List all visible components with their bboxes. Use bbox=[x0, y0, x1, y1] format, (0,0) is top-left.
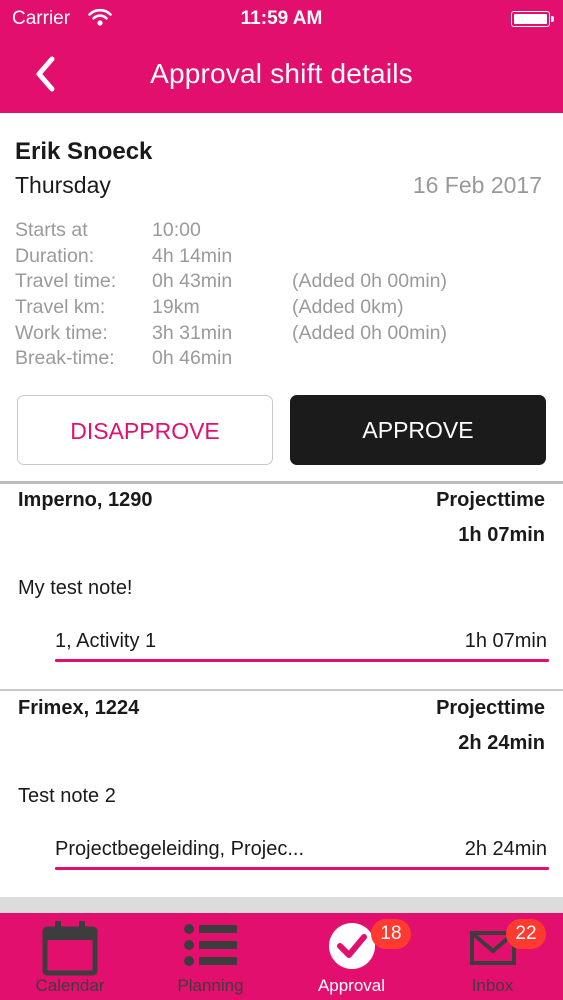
detail-label: Travel time: bbox=[15, 270, 117, 293]
detail-label: Travel km: bbox=[15, 296, 106, 319]
detail-value: 0h 43min bbox=[152, 270, 233, 293]
project-name: Frimex, 1224 bbox=[18, 697, 140, 719]
activity-name: 1, Activity 1 bbox=[55, 630, 157, 652]
activity-underline bbox=[55, 659, 549, 662]
tab-label: Calendar bbox=[35, 976, 105, 995]
employee-name: Erik Snoeck bbox=[15, 138, 153, 165]
disapprove-button[interactable]: DISAPPROVE bbox=[17, 395, 273, 465]
project-note: Test note 2 bbox=[18, 785, 116, 807]
tab-label: Planning bbox=[177, 976, 244, 995]
activity-duration: 2h 24min bbox=[464, 838, 547, 860]
checkmark-circle-icon bbox=[328, 923, 375, 969]
status-time: 11:59 AM bbox=[240, 8, 323, 29]
tab-label: Inbox bbox=[471, 976, 514, 995]
scroll-footer bbox=[0, 897, 563, 913]
divider bbox=[0, 481, 563, 484]
detail-value: 3h 31min bbox=[152, 321, 233, 344]
shift-date: 16 Feb 2017 bbox=[412, 172, 542, 198]
tab-bar: Calendar Planning Approval 18 Inbox 22 bbox=[0, 913, 563, 1000]
divider bbox=[0, 689, 563, 691]
tab-calendar[interactable]: Calendar bbox=[0, 913, 140, 1000]
detail-label: Duration: bbox=[15, 244, 95, 267]
detail-row: Duration: 4h 14min bbox=[15, 245, 555, 271]
activity-name: Projectbegeleiding, Projec... bbox=[55, 838, 305, 860]
detail-label: Break-time: bbox=[15, 347, 115, 370]
status-bar: Carrier 11:59 AM bbox=[0, 0, 563, 38]
detail-row: Travel km: 19km (Added 0km) bbox=[15, 296, 555, 322]
approve-button[interactable]: APPROVE bbox=[290, 395, 546, 465]
detail-row: Travel time: 0h 43min (Added 0h 00min) bbox=[15, 270, 555, 296]
approval-badge: 18 bbox=[371, 919, 411, 949]
detail-value: 4h 14min bbox=[152, 244, 233, 267]
detail-row: Work time: 3h 31min (Added 0h 00min) bbox=[15, 322, 555, 348]
project-type: Projecttime bbox=[436, 489, 545, 511]
detail-value: 19km bbox=[152, 296, 200, 319]
project-type: Projecttime bbox=[436, 697, 545, 719]
list-icon bbox=[183, 924, 237, 966]
tab-inbox[interactable]: Inbox 22 bbox=[422, 913, 563, 1000]
detail-label: Starts at bbox=[15, 219, 88, 241]
project-name: Imperno, 1290 bbox=[18, 489, 153, 511]
tab-label: Approval bbox=[317, 976, 386, 995]
detail-row: Starts at 10:00 bbox=[15, 219, 555, 245]
battery-icon bbox=[511, 11, 554, 27]
project-note: My test note! bbox=[18, 577, 133, 599]
activity-duration: 1h 07min bbox=[464, 630, 547, 652]
project-total-time: 2h 24min bbox=[458, 732, 545, 754]
project-total-time: 1h 07min bbox=[458, 524, 545, 546]
page-title: Approval shift details bbox=[150, 58, 413, 89]
detail-added: (Added 0h 00min) bbox=[292, 321, 448, 344]
detail-added: (Added 0h 00min) bbox=[292, 270, 448, 293]
shift-day: Thursday bbox=[15, 172, 111, 198]
detail-row: Break-time: 0h 46min bbox=[15, 347, 555, 373]
detail-value: 10:00 bbox=[152, 219, 201, 241]
detail-value: 0h 46min bbox=[152, 347, 233, 370]
tab-approval[interactable]: Approval 18 bbox=[281, 913, 422, 1000]
detail-added: (Added 0km) bbox=[292, 296, 404, 319]
activity-underline bbox=[55, 867, 549, 870]
calendar-icon bbox=[42, 921, 98, 976]
inbox-badge: 22 bbox=[506, 919, 546, 949]
detail-label: Work time: bbox=[15, 321, 108, 344]
nav-header: Carrier 11:59 AM Approval shift details bbox=[0, 0, 563, 113]
shift-details: Starts at 10:00 Duration: 4h 14min Trave… bbox=[15, 219, 555, 373]
tab-planning[interactable]: Planning bbox=[140, 913, 281, 1000]
